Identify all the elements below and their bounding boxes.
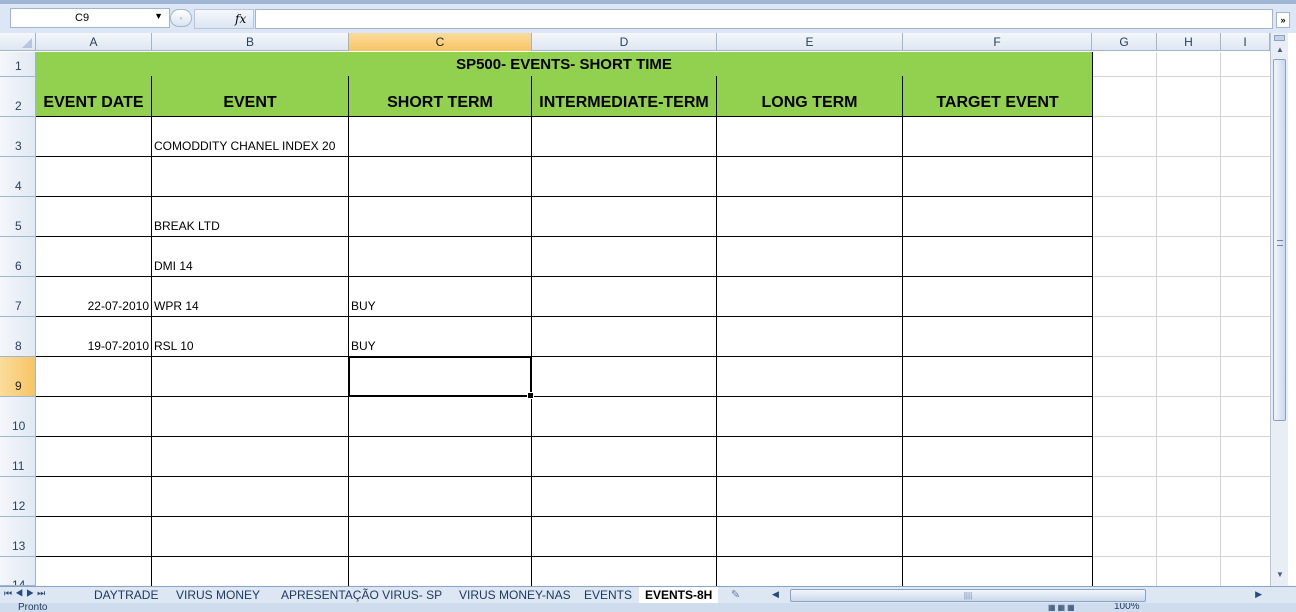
header-event: EVENT: [223, 94, 277, 111]
name-box-value: C9: [75, 12, 90, 24]
split-handle[interactable]: [1274, 35, 1285, 41]
scroll-left-icon[interactable]: ◀: [772, 589, 779, 600]
row-header[interactable]: 5: [0, 197, 36, 237]
column-header-b[interactable]: B: [152, 33, 349, 51]
horizontal-scrollbar[interactable]: ◀ |||| ▶: [772, 589, 1262, 602]
cell-b5[interactable]: BREAK LTD: [154, 219, 220, 233]
row-number: 5: [15, 219, 22, 233]
column-header-g[interactable]: G: [1092, 33, 1157, 51]
expand-formula-bar-button[interactable]: »: [1276, 12, 1290, 28]
row-header[interactable]: 14: [0, 557, 36, 586]
row-number: 1: [15, 59, 22, 73]
scroll-down-icon[interactable]: ▼: [1273, 570, 1287, 582]
row-header[interactable]: 10: [0, 397, 36, 437]
formula-input[interactable]: [255, 9, 1273, 29]
row-header[interactable]: 6: [0, 237, 36, 277]
select-all-button[interactable]: [0, 33, 36, 51]
zoom-level[interactable]: 100%: [1114, 603, 1140, 612]
tab-events-8h[interactable]: EVENTS-8H: [639, 587, 719, 603]
column-header-i[interactable]: I: [1221, 33, 1270, 51]
view-mode-icons[interactable]: ▦▦▦: [1048, 603, 1077, 612]
column-header-d[interactable]: D: [532, 33, 717, 51]
cell-b7[interactable]: WPR 14: [154, 299, 199, 313]
insert-function-button[interactable]: fx: [194, 9, 254, 29]
row-number: 2: [15, 99, 22, 113]
cell-a7[interactable]: 22-07-2010: [36, 299, 149, 313]
tab-daytrade[interactable]: DAYTRADE: [94, 587, 158, 603]
column-header-h[interactable]: H: [1157, 33, 1221, 51]
row-header[interactable]: 11: [0, 437, 36, 477]
insert-sheet-icon[interactable]: ✎: [731, 588, 740, 601]
status-bar: Pronto ▦▦▦ 100%: [0, 603, 1296, 612]
row-header[interactable]: 2: [0, 77, 36, 117]
row-header[interactable]: 8: [0, 317, 36, 357]
column-header-f[interactable]: F: [903, 33, 1092, 51]
row-number: 13: [12, 539, 26, 553]
row-number: 9: [15, 379, 22, 393]
header-target-event: TARGET EVENT: [936, 94, 1059, 111]
row-number: 4: [15, 179, 22, 193]
column-header-e[interactable]: E: [717, 33, 903, 51]
name-box[interactable]: C9 ▼: [10, 8, 170, 28]
tab-virus-money[interactable]: VIRUS MONEY: [176, 587, 260, 603]
excel-window: C9 ▼ ◦ fx » A B C D E F G H I 1 2 3 4 5 …: [0, 0, 1296, 612]
vertical-scroll-thumb[interactable]: [1273, 59, 1286, 421]
cell-b3[interactable]: COMODDITY CHANEL INDEX 20: [154, 139, 335, 153]
row-header[interactable]: 7: [0, 277, 36, 317]
tab-navigation-icons[interactable]: ⏮◀▶⏭: [4, 588, 48, 599]
status-text: Pronto: [18, 603, 48, 612]
row-number: 12: [12, 499, 26, 513]
horizontal-scroll-thumb[interactable]: ||||: [790, 589, 1146, 602]
cell-b8[interactable]: RSL 10: [154, 339, 194, 353]
cell-b6[interactable]: DMI 14: [154, 259, 193, 273]
cell-c7[interactable]: BUY: [351, 299, 376, 313]
row-header-selected[interactable]: 9: [0, 357, 36, 397]
row-number: 3: [15, 139, 22, 153]
row-number: 14: [12, 578, 26, 586]
vertical-scrollbar[interactable]: ▲ ▼: [1270, 33, 1288, 586]
row-number: 11: [12, 459, 25, 473]
scroll-up-icon[interactable]: ▲: [1273, 45, 1287, 59]
row-header[interactable]: 3: [0, 117, 36, 157]
formula-bar-resize-handle[interactable]: ◦: [170, 9, 192, 27]
header-short-term: SHORT TERM: [387, 94, 493, 111]
selected-cell-c9[interactable]: [348, 356, 534, 399]
function-icon: fx: [235, 12, 247, 26]
header-event-date: EVENT DATE: [43, 94, 144, 111]
cell-a8[interactable]: 19-07-2010: [36, 339, 149, 353]
column-header-c[interactable]: C: [349, 33, 532, 51]
sheet-title: SP500- EVENTS- SHORT TIME: [456, 56, 672, 73]
row-header[interactable]: 1: [0, 52, 36, 77]
row-header[interactable]: 4: [0, 157, 36, 197]
cell-c8[interactable]: BUY: [351, 339, 376, 353]
row-number: 6: [15, 259, 22, 273]
cell-grid[interactable]: SP500- EVENTS- SHORT TIME EVENT DATE EVE…: [36, 52, 1270, 586]
chevron-down-icon[interactable]: ▼: [154, 11, 163, 21]
tab-apresentacao-virus-sp[interactable]: APRESENTAÇÃO VIRUS- SP: [281, 587, 442, 603]
tab-events[interactable]: EVENTS: [584, 587, 632, 603]
column-header-bar: A B C D E F G H I: [0, 33, 1270, 51]
sheet-tab-bar: ⏮◀▶⏭ DAYTRADE VIRUS MONEY APRESENTAÇÃO V…: [0, 586, 1296, 603]
row-number: 7: [15, 299, 22, 313]
header-long-term: LONG TERM: [761, 94, 858, 111]
scroll-right-icon[interactable]: ▶: [1255, 589, 1262, 600]
row-number: 10: [12, 419, 26, 433]
row-header[interactable]: 13: [0, 517, 36, 557]
header-intermediate-term: INTERMEDIATE-TERM: [539, 94, 709, 111]
grip-icon: [1277, 240, 1283, 246]
row-number: 8: [15, 339, 22, 353]
column-header-a[interactable]: A: [36, 33, 152, 51]
row-header[interactable]: 12: [0, 477, 36, 517]
tab-virus-money-nas[interactable]: VIRUS MONEY-NAS: [459, 587, 571, 603]
formula-bar: C9 ▼ ◦ fx »: [0, 0, 1296, 33]
